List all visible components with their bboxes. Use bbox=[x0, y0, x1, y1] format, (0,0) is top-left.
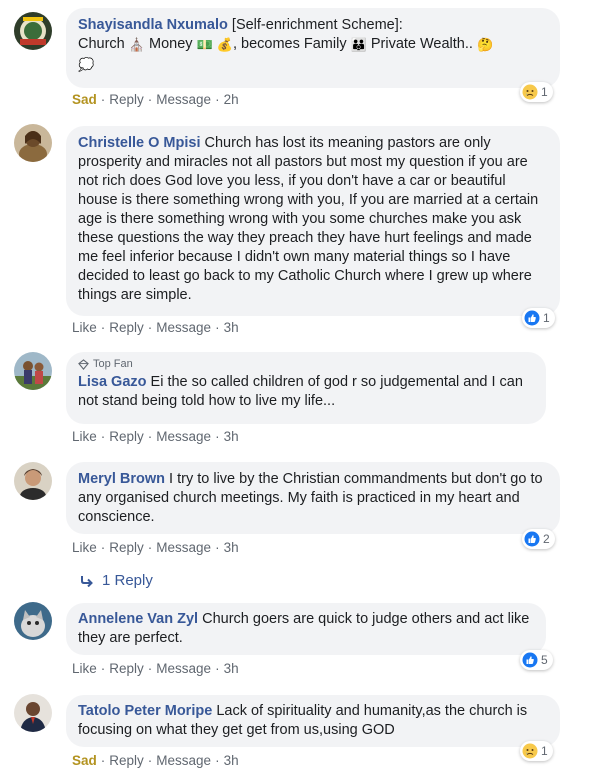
comment-author[interactable]: Meryl Brown bbox=[78, 471, 165, 487]
church-emoji-icon: ⛪ bbox=[128, 38, 145, 53]
separator-dot: · bbox=[100, 92, 106, 107]
avatar[interactable] bbox=[14, 352, 52, 390]
comment-actions: Sad · Reply · Message · 3h bbox=[72, 753, 239, 768]
avatar[interactable] bbox=[14, 694, 52, 732]
comment-text: [Self-enrichment Scheme]: bbox=[231, 17, 403, 33]
reaction-count[interactable]: 1 bbox=[520, 741, 553, 761]
reply-button[interactable]: Reply bbox=[109, 661, 144, 676]
message-button[interactable]: Message bbox=[156, 540, 211, 555]
comment-text: Money bbox=[149, 36, 193, 52]
thinking-emoji-icon: 🤔 bbox=[476, 38, 494, 53]
separator-dot: · bbox=[215, 320, 220, 335]
message-button[interactable]: Message bbox=[156, 661, 211, 676]
separator-dot: · bbox=[215, 753, 220, 768]
message-button[interactable]: Message bbox=[156, 429, 211, 444]
reaction-count-value: 1 bbox=[541, 85, 548, 99]
timestamp[interactable]: 3h bbox=[224, 661, 239, 676]
avatar[interactable] bbox=[14, 602, 52, 640]
view-replies-label: 1 Reply bbox=[102, 572, 153, 589]
separator-dot: · bbox=[215, 429, 220, 444]
comment-text: Private Wealth.. bbox=[370, 36, 473, 52]
top-fan-label: Top Fan bbox=[93, 358, 133, 370]
reaction-button[interactable]: Sad bbox=[72, 92, 97, 107]
comment-author[interactable]: Lisa Gazo bbox=[78, 374, 147, 390]
separator-dot: · bbox=[147, 753, 153, 768]
comment-actions: Like · Reply · Message · 3h bbox=[72, 540, 239, 555]
separator-dot: · bbox=[147, 92, 153, 107]
comment-text: Church bbox=[78, 36, 125, 52]
reaction-count[interactable]: 1 bbox=[520, 82, 553, 102]
sad-reaction-icon bbox=[522, 84, 538, 100]
like-button[interactable]: Like bbox=[72, 320, 97, 335]
money-emoji-icon: 💵 bbox=[196, 38, 213, 53]
separator-dot: · bbox=[215, 540, 220, 555]
like-button[interactable]: Like bbox=[72, 540, 97, 555]
separator-dot: · bbox=[100, 540, 106, 555]
sad-reaction-icon bbox=[522, 743, 538, 759]
reply-button[interactable]: Reply bbox=[109, 320, 144, 335]
timestamp[interactable]: 3h bbox=[224, 753, 239, 768]
reaction-count-value: 1 bbox=[543, 311, 550, 325]
comment-text: , becomes Family bbox=[232, 36, 347, 52]
reply-button[interactable]: Reply bbox=[109, 92, 144, 107]
separator-dot: · bbox=[147, 540, 153, 555]
separator-dot: · bbox=[215, 92, 220, 107]
comment-actions: Like · Reply · Message · 3h bbox=[72, 320, 239, 335]
separator-dot: · bbox=[147, 320, 153, 335]
family-emoji-icon: 👪 bbox=[350, 38, 367, 53]
reply-arrow-icon bbox=[81, 575, 93, 587]
diamond-icon bbox=[78, 358, 89, 370]
message-button[interactable]: Message bbox=[156, 320, 211, 335]
separator-dot: · bbox=[100, 661, 106, 676]
comment-bubble: Meryl Brown I try to live by the Christi… bbox=[66, 462, 560, 534]
comment-bubble: Top Fan Lisa Gazo Ei the so called child… bbox=[66, 352, 546, 424]
comment-bubble: Shayisandla Nxumalo [Self-enrichment Sch… bbox=[66, 8, 560, 88]
separator-dot: · bbox=[215, 661, 220, 676]
reaction-count-value: 2 bbox=[543, 532, 550, 546]
separator-dot: · bbox=[100, 429, 106, 444]
message-button[interactable]: Message bbox=[156, 92, 211, 107]
timestamp[interactable]: 3h bbox=[224, 320, 239, 335]
reaction-count-value: 5 bbox=[541, 653, 548, 667]
comment-text: Church has lost its meaning pastors are … bbox=[78, 135, 539, 303]
reply-button[interactable]: Reply bbox=[109, 753, 144, 768]
comment-author[interactable]: Tatolo Peter Moripe bbox=[78, 703, 212, 719]
money-bag-emoji-icon: 💰 bbox=[216, 38, 233, 53]
comment-author[interactable]: Shayisandla Nxumalo bbox=[78, 17, 228, 33]
separator-dot: · bbox=[147, 429, 153, 444]
reply-button[interactable]: Reply bbox=[109, 429, 144, 444]
reply-button[interactable]: Reply bbox=[109, 540, 144, 555]
like-reaction-icon bbox=[524, 531, 540, 547]
message-button[interactable]: Message bbox=[156, 753, 211, 768]
avatar[interactable] bbox=[14, 124, 52, 162]
like-button[interactable]: Like bbox=[72, 661, 97, 676]
top-fan-badge: Top Fan bbox=[78, 357, 534, 371]
comment-author[interactable]: Christelle O Mpisi bbox=[78, 135, 200, 151]
reaction-count[interactable]: 2 bbox=[522, 529, 555, 549]
like-reaction-icon bbox=[522, 652, 538, 668]
reaction-count-value: 1 bbox=[541, 744, 548, 758]
separator-dot: · bbox=[100, 320, 106, 335]
comment-bubble: Christelle O Mpisi Church has lost its m… bbox=[66, 126, 560, 316]
separator-dot: · bbox=[100, 753, 106, 768]
thought-bubble-emoji-icon: 💭 bbox=[78, 58, 95, 73]
avatar[interactable] bbox=[14, 462, 52, 500]
reaction-count[interactable]: 5 bbox=[520, 650, 553, 670]
view-replies-link[interactable]: 1 Reply bbox=[80, 572, 153, 589]
timestamp[interactable]: 3h bbox=[224, 540, 239, 555]
comment-bubble: Tatolo Peter Moripe Lack of spirituality… bbox=[66, 695, 560, 747]
reaction-button[interactable]: Sad bbox=[72, 753, 97, 768]
comment-author[interactable]: Annelene Van Zyl bbox=[78, 611, 198, 627]
comment-actions: Like · Reply · Message · 3h bbox=[72, 661, 239, 676]
like-reaction-icon bbox=[524, 310, 540, 326]
timestamp[interactable]: 3h bbox=[224, 429, 239, 444]
reaction-count[interactable]: 1 bbox=[522, 308, 555, 328]
separator-dot: · bbox=[147, 661, 153, 676]
comment-actions: Like · Reply · Message · 3h bbox=[72, 429, 239, 444]
like-button[interactable]: Like bbox=[72, 429, 97, 444]
comment-actions: Sad · Reply · Message · 2h bbox=[72, 92, 239, 107]
timestamp[interactable]: 2h bbox=[224, 92, 239, 107]
comment-bubble: Annelene Van Zyl Church goers are quick … bbox=[66, 603, 546, 655]
avatar[interactable] bbox=[14, 12, 52, 50]
